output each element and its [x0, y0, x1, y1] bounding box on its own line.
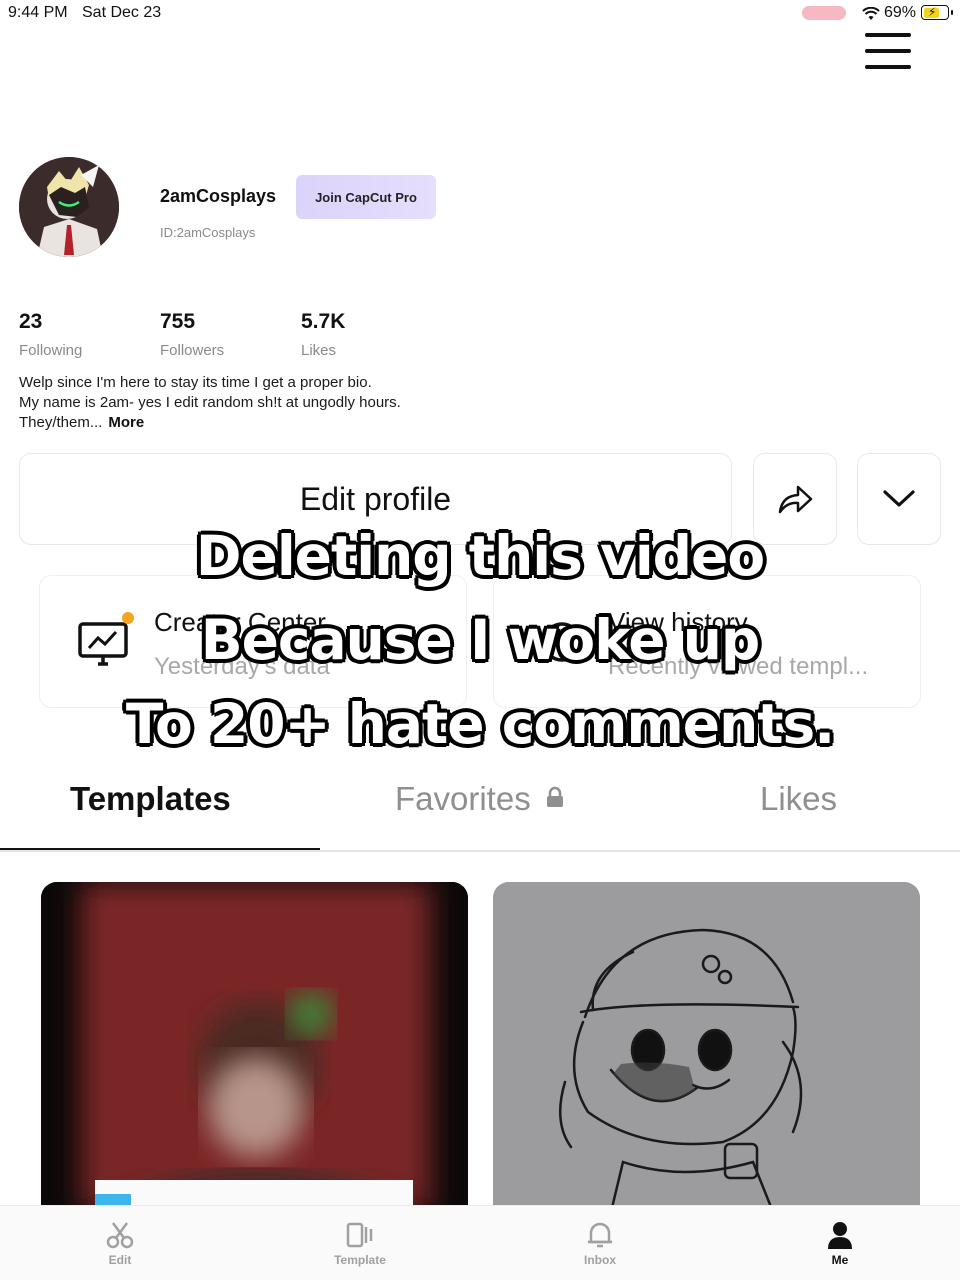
- nav-inbox[interactable]: Inbox: [540, 1206, 660, 1280]
- template-thumbnail[interactable]: [493, 882, 920, 1212]
- card-title: Creator Center: [154, 607, 326, 637]
- stat-following[interactable]: 23 Following: [19, 310, 82, 359]
- charging-bolt-icon: ⚡: [928, 5, 937, 19]
- stat-label: Following: [19, 342, 83, 359]
- nav-edit[interactable]: Edit: [60, 1206, 180, 1280]
- scissors-icon: [106, 1222, 134, 1249]
- status-time: 9:44 PM: [8, 4, 68, 21]
- thumbnail-image: [493, 882, 920, 1212]
- tab-label: Favorites: [395, 780, 531, 817]
- stat-value: 755: [160, 310, 196, 333]
- wifi-icon: [862, 7, 880, 20]
- bio-line: My name is 2am- yes I edit random sh!t a…: [19, 394, 401, 411]
- tab-likes[interactable]: Likes: [760, 780, 837, 818]
- status-bar: 9:44 PM Sat Dec 23 69% ⚡: [0, 0, 960, 26]
- nav-label: Me: [831, 1253, 849, 1267]
- nav-me[interactable]: Me: [780, 1206, 900, 1280]
- status-date: Sat Dec 23: [82, 4, 162, 21]
- nav-label: Inbox: [584, 1253, 616, 1267]
- stat-followers[interactable]: 755 Followers: [160, 310, 224, 359]
- stat-value: 23: [19, 310, 43, 333]
- user-id: ID:2amCosplays: [160, 225, 256, 240]
- nav-label: Template: [334, 1253, 386, 1267]
- stat-likes[interactable]: 5.7K Likes: [301, 310, 345, 359]
- bio-line: Welp since I'm here to stay its time I g…: [19, 374, 372, 391]
- recording-indicator: [802, 6, 846, 20]
- template-icon: [346, 1222, 373, 1248]
- stat-value: 5.7K: [301, 310, 346, 333]
- lock-icon: [546, 786, 563, 807]
- battery-icon: ⚡: [921, 5, 953, 20]
- bio: Welp since I'm here to stay its time I g…: [19, 373, 519, 433]
- card-subtitle: Recently viewed templ...: [608, 653, 869, 680]
- creator-center-card[interactable]: Creator Center Yesterday's data: [39, 575, 467, 708]
- monitor-chart-icon: [78, 612, 134, 666]
- edit-profile-button[interactable]: Edit profile: [19, 453, 732, 545]
- divider: [0, 850, 960, 852]
- avatar-image: [19, 157, 119, 257]
- avatar[interactable]: [19, 157, 119, 257]
- stat-label: Followers: [160, 342, 225, 359]
- notification-dot: [122, 612, 134, 624]
- card-title: View history: [608, 607, 748, 637]
- stat-label: Likes: [301, 342, 337, 359]
- menu-icon[interactable]: [864, 33, 912, 73]
- template-thumbnail[interactable]: [41, 882, 468, 1212]
- tab-favorites[interactable]: Favorites: [395, 780, 564, 818]
- share-arrow-icon: [778, 485, 813, 514]
- bio-more-link[interactable]: More: [108, 414, 144, 431]
- card-subtitle: Yesterday's data: [154, 653, 330, 680]
- view-history-card[interactable]: View history Recently viewed templ...: [493, 575, 921, 708]
- dropdown-button[interactable]: [857, 453, 941, 545]
- bell-icon: [588, 1222, 612, 1248]
- bottom-nav: Edit Template Inbox Me: [0, 1205, 960, 1280]
- username: 2amCosplays: [160, 186, 277, 206]
- clock-icon: [542, 622, 582, 662]
- nav-template[interactable]: Template: [300, 1206, 420, 1280]
- person-icon: [828, 1222, 852, 1249]
- thumbnail-image: [41, 882, 468, 1212]
- nav-label: Edit: [108, 1253, 132, 1267]
- share-button[interactable]: [753, 453, 837, 545]
- bio-line: They/them...: [19, 414, 103, 431]
- join-pro-button[interactable]: Join CapCut Pro: [296, 175, 436, 219]
- battery-percent: 69%: [884, 4, 917, 21]
- chevron-down-icon: [883, 490, 915, 507]
- tab-templates[interactable]: Templates: [70, 780, 231, 818]
